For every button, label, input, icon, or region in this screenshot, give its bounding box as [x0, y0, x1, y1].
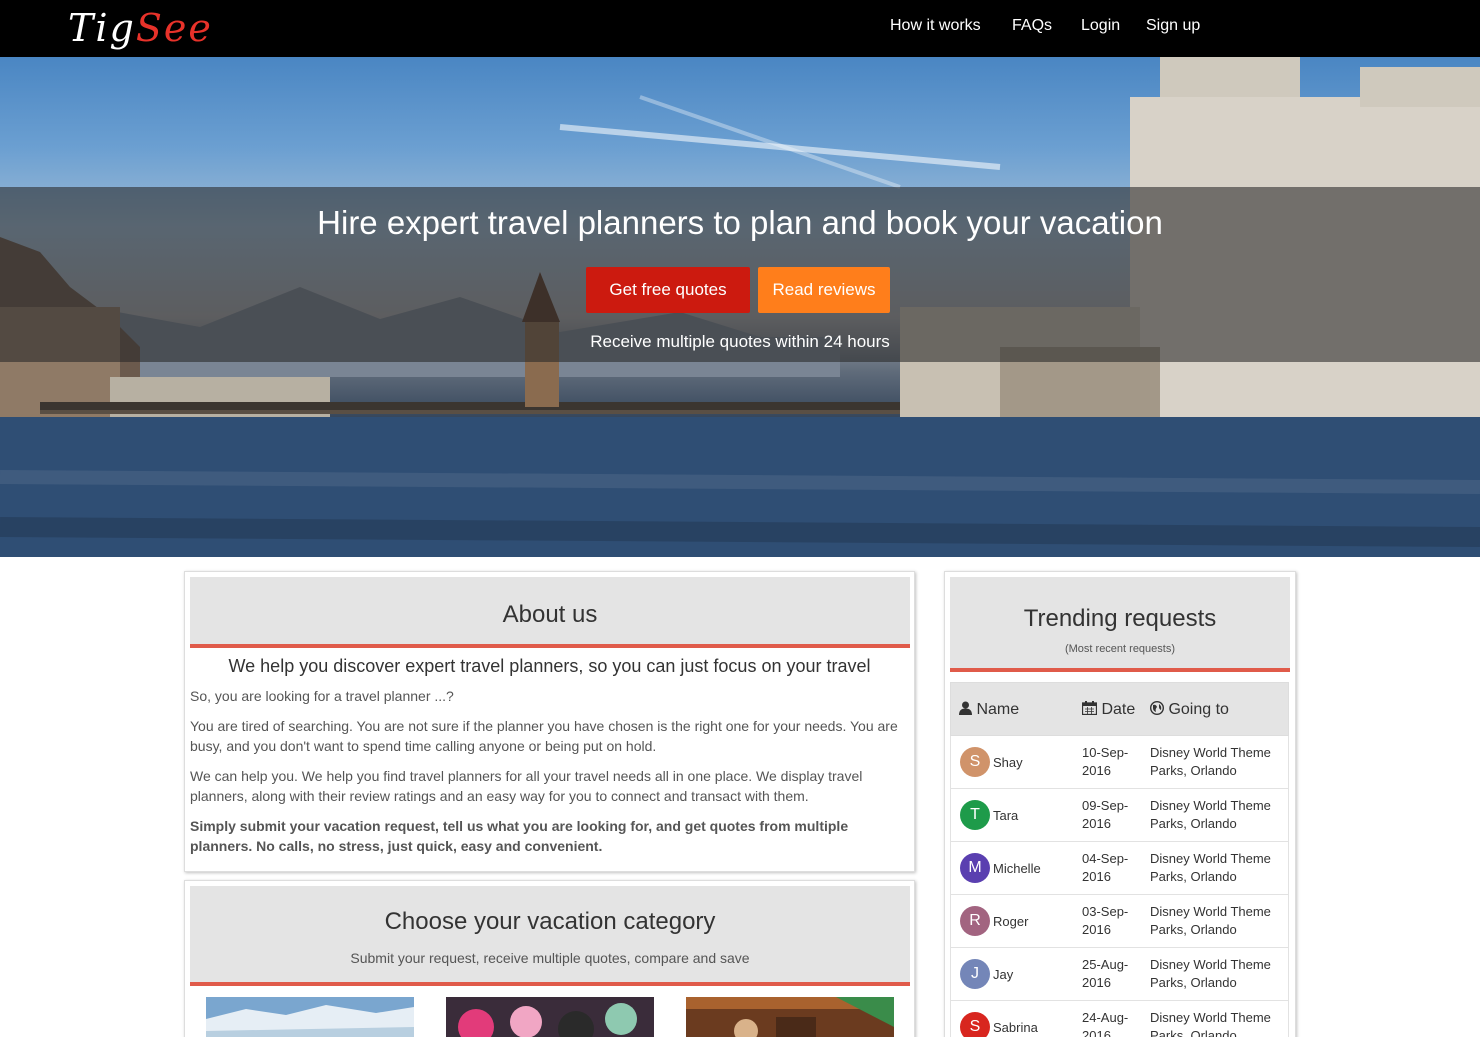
row-destination: Disney World Theme Parks, Orlando — [1150, 957, 1271, 990]
table-row[interactable]: M Michelle 04-Sep-2016 Disney World Them… — [950, 842, 1289, 895]
avatar: S — [960, 747, 990, 777]
row-name: Roger — [993, 914, 1029, 929]
calendar-icon — [1081, 701, 1098, 716]
col-name-header: Name — [959, 701, 1019, 719]
category-subtitle: Submit your request, receive multiple qu… — [350, 950, 750, 966]
about-header: About us — [190, 577, 910, 648]
avatar: R — [960, 906, 990, 936]
logo-text-tig: Tig — [68, 6, 136, 50]
table-row[interactable]: S Sabrina 24-Aug-2016 Disney World Theme… — [950, 1001, 1289, 1037]
about-lead: We help you discover expert travel plann… — [228, 656, 871, 676]
globe-icon — [1149, 700, 1165, 716]
row-date: 09-Sep-2016 — [1082, 798, 1129, 831]
row-date: 10-Sep-2016 — [1082, 745, 1129, 778]
about-panel: About us We help you discover expert tra… — [184, 571, 915, 872]
table-row[interactable]: S Shay 10-Sep-2016 Disney World Theme Pa… — [950, 736, 1289, 789]
trending-header: Trending requests (Most recent requests) — [950, 577, 1290, 672]
row-date: 24-Aug-2016 — [1082, 1010, 1129, 1037]
category-image-culture[interactable] — [686, 997, 894, 1037]
about-paragraph-1: So, you are looking for a travel planner… — [190, 688, 454, 704]
about-paragraph-3: We can help you. We help you find travel… — [190, 768, 863, 804]
hero-title: Hire expert travel planners to plan and … — [317, 204, 1163, 241]
avatar: J — [960, 959, 990, 989]
read-reviews-button[interactable]: Read reviews — [758, 267, 890, 313]
row-destination: Disney World Theme Parks, Orlando — [1150, 745, 1271, 778]
col-date-label: Date — [1101, 701, 1136, 718]
nav-how-it-works[interactable]: How it works — [890, 17, 981, 35]
row-name: Tara — [993, 808, 1019, 823]
nav-signup[interactable]: Sign up — [1146, 17, 1200, 35]
row-date: 03-Sep-2016 — [1082, 904, 1129, 937]
about-paragraph-4: Simply submit your vacation request, tel… — [190, 818, 849, 854]
avatar: M — [960, 853, 990, 883]
row-destination: Disney World Theme Parks, Orlando — [1150, 904, 1271, 937]
col-dest-label: Going to — [1168, 701, 1229, 718]
tigsee-logo[interactable]: TigSee — [68, 6, 213, 50]
nav-faqs[interactable]: FAQs — [1012, 17, 1052, 35]
nav-login[interactable]: Login — [1081, 17, 1120, 35]
avatar: S — [960, 1012, 990, 1037]
row-name: Michelle — [993, 861, 1041, 876]
category-image-festival[interactable] — [446, 997, 654, 1037]
logo-text-see: See — [135, 6, 213, 50]
row-name: Shay — [993, 755, 1023, 770]
about-paragraph-2: You are tired of searching. You are not … — [190, 718, 898, 754]
trending-subtitle: (Most recent requests) — [1064, 643, 1176, 655]
category-image-glacier[interactable] — [206, 997, 414, 1037]
col-name-label: Name — [976, 701, 1020, 718]
hero-subtitle: Receive multiple quotes within 24 hours — [590, 332, 890, 351]
category-panel: Choose your vacation category Submit you… — [184, 880, 915, 1037]
row-destination: Disney World Theme Parks, Orlando — [1150, 851, 1271, 884]
about-title: About us — [502, 601, 598, 628]
table-row[interactable]: J Jay 25-Aug-2016 Disney World Theme Par… — [950, 948, 1289, 1001]
row-destination: Disney World Theme Parks, Orlando — [1150, 798, 1271, 831]
row-name: Sabrina — [993, 1020, 1038, 1035]
col-dest-header: Going to — [1149, 700, 1229, 719]
avatar: T — [960, 800, 990, 830]
row-date: 04-Sep-2016 — [1082, 851, 1129, 884]
row-destination: Disney World Theme Parks, Orlando — [1150, 1010, 1271, 1037]
row-name: Jay — [993, 967, 1014, 982]
table-row[interactable]: T Tara 09-Sep-2016 Disney World Theme Pa… — [950, 789, 1289, 842]
get-free-quotes-button[interactable]: Get free quotes — [586, 267, 750, 313]
col-date-header: Date — [1081, 701, 1136, 719]
category-header: Choose your vacation category Submit you… — [190, 886, 910, 986]
table-header: Name Date Going to — [950, 682, 1289, 736]
trending-title: Trending requests — [1023, 605, 1217, 632]
category-title: Choose your vacation category — [384, 908, 716, 935]
table-row[interactable]: R Roger 03-Sep-2016 Disney World Theme P… — [950, 895, 1289, 948]
hero-banner: Hire expert travel planners to plan and … — [0, 57, 1480, 557]
row-date: 25-Aug-2016 — [1082, 957, 1129, 990]
user-icon — [959, 701, 972, 715]
trending-requests-panel: Trending requests (Most recent requests)… — [944, 571, 1296, 1037]
top-navbar: TigSee How it works FAQs Login Sign up — [0, 0, 1480, 57]
